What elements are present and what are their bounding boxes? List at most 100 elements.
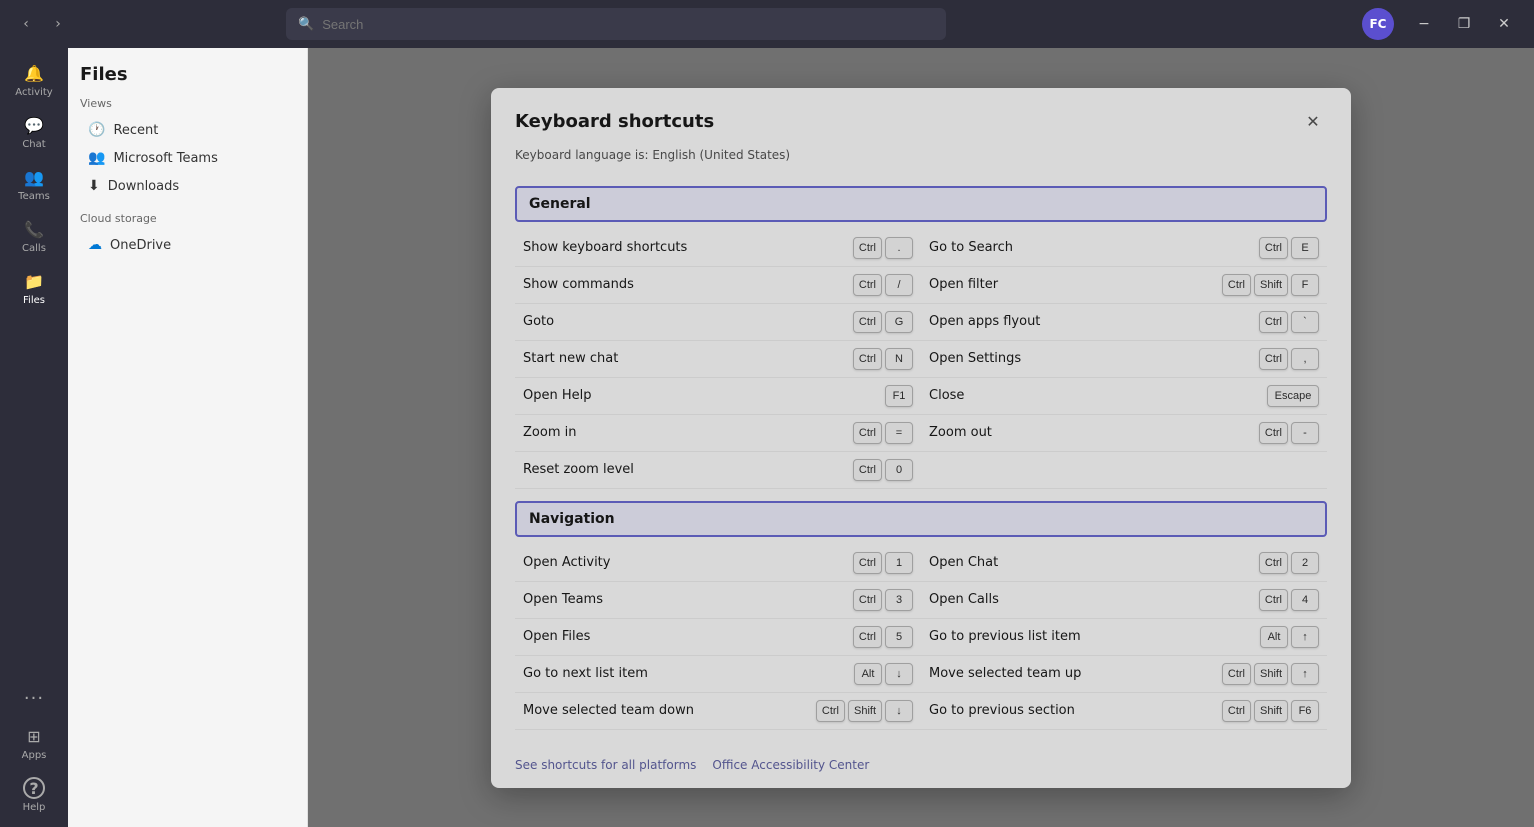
close-button[interactable]: ✕ [1486, 10, 1522, 38]
avatar[interactable]: FC [1362, 8, 1394, 40]
key-down: ↓ [885, 700, 913, 722]
shortcut-keys: Ctrl = [853, 422, 913, 444]
key-ctrl: Ctrl [853, 459, 882, 481]
key-shift: Shift [1254, 700, 1288, 722]
key-n: N [885, 348, 913, 370]
modal-subtitle: Keyboard language is: English (United St… [491, 144, 1351, 174]
shortcut-open-teams: Open Teams Ctrl 3 [515, 582, 921, 619]
key-4: 4 [1291, 589, 1319, 611]
sidebar-item-help[interactable]: ? Help [8, 771, 60, 819]
keyboard-shortcuts-modal: Keyboard shortcuts ✕ Keyboard language i… [491, 88, 1351, 788]
files-panel-title: Files [80, 64, 295, 85]
shortcut-label: Move selected team up [929, 666, 1081, 681]
main-content: Keyboard shortcuts ✕ Keyboard language i… [308, 48, 1534, 827]
shortcut-keys: Alt ↑ [1260, 626, 1319, 648]
files-nav-downloads[interactable]: ⬇ Downloads [80, 172, 295, 200]
chat-icon: 💬 [23, 114, 45, 136]
files-nav-recent[interactable]: 🕐 Recent [80, 116, 295, 144]
shortcut-label: Open apps flyout [929, 314, 1040, 329]
shortcut-next-list-item: Go to next list item Alt ↓ [515, 656, 921, 693]
shortcut-keys: Ctrl Shift ↑ [1222, 663, 1319, 685]
downloads-icon: ⬇ [88, 178, 100, 194]
shortcut-keys: Ctrl N [853, 348, 913, 370]
files-nav-label: Downloads [108, 179, 179, 194]
shortcut-keys: Ctrl 2 [1259, 552, 1319, 574]
sidebar-item-chat[interactable]: 💬 Chat [8, 108, 60, 156]
key-backtick: ` [1291, 311, 1319, 333]
sidebar: 🔔 Activity 💬 Chat 👥 Teams 📞 Calls 📁 File… [0, 48, 68, 827]
shortcut-keys: Ctrl 0 [853, 459, 913, 481]
shortcut-open-chat: Open Chat Ctrl 2 [921, 545, 1327, 582]
shortcut-go-to-search: Go to Search Ctrl E [921, 230, 1327, 267]
general-section-header: General [515, 186, 1327, 222]
maximize-button[interactable]: ❐ [1446, 10, 1482, 38]
sidebar-item-label: Chat [22, 139, 45, 150]
app-body: 🔔 Activity 💬 Chat 👥 Teams 📞 Calls 📁 File… [0, 48, 1534, 827]
shortcut-label: Open Chat [929, 555, 998, 570]
key-shift: Shift [1254, 274, 1288, 296]
help-icon: ? [23, 777, 45, 799]
apps-icon: ⊞ [23, 725, 45, 747]
titlebar: ‹ › 🔍 FC − ❐ ✕ [0, 0, 1534, 48]
shortcut-label: Reset zoom level [523, 462, 634, 477]
shortcut-label: Zoom out [929, 425, 992, 440]
recent-icon: 🕐 [88, 122, 105, 138]
sidebar-item-apps[interactable]: ⊞ Apps [8, 719, 60, 767]
sidebar-item-more[interactable]: ··· [8, 681, 60, 715]
minimize-button[interactable]: − [1406, 10, 1442, 38]
shortcut-prev-list-item: Go to previous list item Alt ↑ [921, 619, 1327, 656]
accessibility-center-link[interactable]: Office Accessibility Center [712, 758, 869, 772]
key-f6: F6 [1291, 700, 1319, 722]
key-ctrl: Ctrl [1222, 274, 1251, 296]
microsoft-teams-icon: 👥 [88, 150, 105, 166]
files-nav-label: Microsoft Teams [113, 151, 217, 166]
key-alt: Alt [854, 663, 882, 685]
shortcut-keys: Ctrl 3 [853, 589, 913, 611]
titlebar-actions: FC − ❐ ✕ [1350, 8, 1534, 40]
key-comma: , [1291, 348, 1319, 370]
search-input[interactable] [322, 17, 934, 32]
key-0: 0 [885, 459, 913, 481]
shortcut-label: Show commands [523, 277, 634, 292]
forward-button[interactable]: › [44, 10, 72, 38]
key-alt: Alt [1260, 626, 1288, 648]
modal-close-button[interactable]: ✕ [1299, 108, 1327, 136]
shortcut-keys: Ctrl ` [1259, 311, 1319, 333]
shortcut-label: Close [929, 388, 964, 403]
modal-body[interactable]: General Show keyboard shortcuts Ctrl . G… [491, 174, 1351, 746]
key-ctrl: Ctrl [853, 274, 882, 296]
sidebar-item-teams[interactable]: 👥 Teams [8, 160, 60, 208]
sidebar-item-label: Teams [18, 191, 50, 202]
modal-overlay: Keyboard shortcuts ✕ Keyboard language i… [308, 48, 1534, 827]
key-f1: F1 [885, 385, 913, 407]
key-ctrl: Ctrl [853, 589, 882, 611]
shortcut-label: Open Settings [929, 351, 1021, 366]
key-ctrl: Ctrl [853, 626, 882, 648]
shortcut-zoom-out: Zoom out Ctrl - [921, 415, 1327, 452]
key-ctrl: Ctrl [1259, 552, 1288, 574]
sidebar-item-calls[interactable]: 📞 Calls [8, 212, 60, 260]
shortcut-keys: Ctrl . [853, 237, 913, 259]
files-nav-onedrive[interactable]: ☁ OneDrive [80, 231, 295, 259]
shortcut-label: Open Files [523, 629, 590, 644]
see-shortcuts-link[interactable]: See shortcuts for all platforms [515, 758, 696, 772]
key-3: 3 [885, 589, 913, 611]
sidebar-item-files[interactable]: 📁 Files [8, 264, 60, 312]
shortcut-open-help: Open Help F1 [515, 378, 921, 415]
files-panel: Files Views 🕐 Recent 👥 Microsoft Teams ⬇… [68, 48, 308, 827]
back-button[interactable]: ‹ [12, 10, 40, 38]
files-nav-teams[interactable]: 👥 Microsoft Teams [80, 144, 295, 172]
shortcut-keys: Ctrl 5 [853, 626, 913, 648]
nav-arrows: ‹ › [0, 10, 84, 38]
key-up: ↑ [1291, 663, 1319, 685]
shortcut-label: Go to previous section [929, 703, 1075, 718]
key-ctrl: Ctrl [853, 237, 882, 259]
key-ctrl: Ctrl [853, 348, 882, 370]
sidebar-item-activity[interactable]: 🔔 Activity [8, 56, 60, 104]
key-ctrl: Ctrl [1222, 700, 1251, 722]
shortcut-label: Go to next list item [523, 666, 648, 681]
key-escape: Escape [1267, 385, 1319, 407]
key-1: 1 [885, 552, 913, 574]
shortcut-label: Go to Search [929, 240, 1013, 255]
search-bar[interactable]: 🔍 [286, 8, 946, 40]
